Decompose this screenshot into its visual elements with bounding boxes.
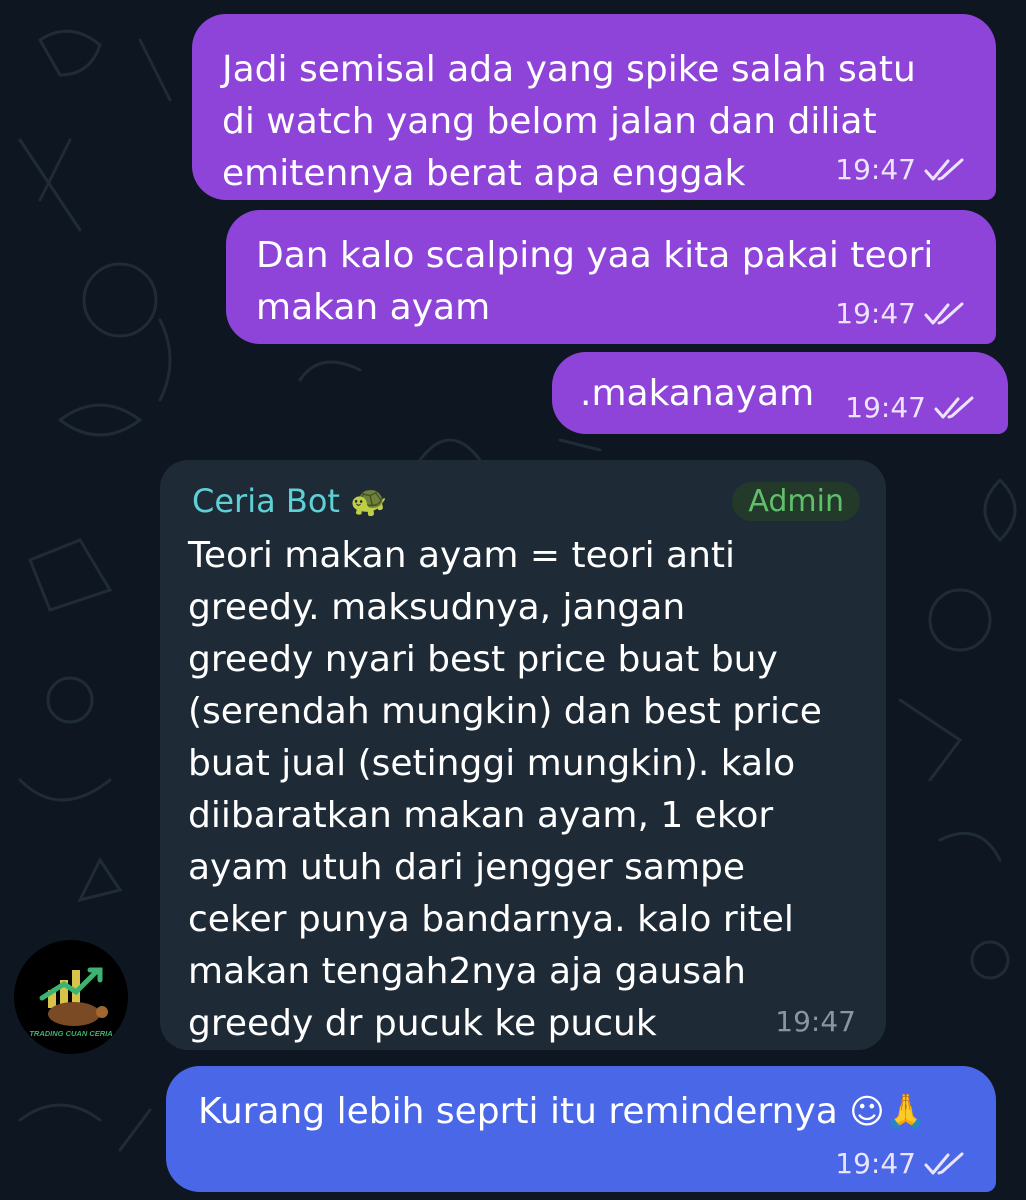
message-text-line: di watch yang belom jalan dan diliat [222, 101, 877, 142]
message-text-line: (serendah mungkin) dan best price [188, 691, 822, 732]
outgoing-message-3[interactable]: .makanayam 19:47 [552, 352, 1008, 434]
message-meta: 19:47 [835, 1147, 966, 1180]
sender-name-label: Ceria Bot [192, 482, 340, 520]
incoming-message-ceria-bot[interactable]: Ceria Bot 🐢 Admin Teori makan ayam = teo… [160, 460, 886, 1050]
trading-cuan-ceria-logo: TRADING CUAN CERIA [29, 967, 113, 1038]
message-text-line: Jadi semisal ada yang spike salah satu [222, 49, 916, 90]
admin-badge: Admin [732, 482, 860, 521]
message-text-line: diibaratkan makan ayam, 1 ekor [188, 795, 774, 836]
message-text-line: makan tengah2nya aja gausah [188, 951, 746, 992]
double-check-icon [934, 396, 974, 418]
double-check-icon [924, 158, 964, 180]
message-text-line: Dan kalo scalping yaa kita pakai teori [256, 235, 934, 276]
message-text: Kurang lebih seprti itu remindernya [198, 1091, 838, 1132]
message-text-line: makan ayam [256, 287, 491, 328]
message-text-line: ceker punya bandarnya. kalo ritel [188, 899, 794, 940]
outgoing-message-1[interactable]: Jadi semisal ada yang spike salah satu d… [192, 14, 996, 200]
message-meta: 19:47 [835, 297, 966, 330]
smile-pray-emoji-icon: ☺🙏 [849, 1092, 927, 1132]
message-text-line: Teori makan ayam = teori anti [188, 535, 736, 576]
message-text-line: ayam utuh dari jengger sampe [188, 847, 746, 888]
bot-avatar[interactable]: TRADING CUAN CERIA [14, 940, 128, 1054]
avatar-brand-text: TRADING CUAN CERIA [29, 1029, 112, 1038]
message-meta: 19:47 [835, 153, 966, 186]
message-time: 19:47 [835, 153, 916, 186]
double-check-icon [924, 302, 964, 324]
message-text-line: greedy nyari best price buat buy [188, 639, 778, 680]
message-meta: 19:47 [845, 391, 976, 424]
message-text-line: Kurang lebih seprti itu remindernya ☺🙏 [198, 1086, 927, 1138]
double-check-icon [924, 1152, 964, 1174]
outgoing-message-2[interactable]: Dan kalo scalping yaa kita pakai teori m… [226, 210, 996, 344]
message-time: 19:47 [775, 1005, 856, 1038]
message-text-line: emitennya berat apa enggak [222, 153, 746, 194]
message-time: 19:47 [835, 297, 916, 330]
turtle-emoji-icon: 🐢 [349, 483, 388, 519]
outgoing-message-5[interactable]: Kurang lebih seprti itu remindernya ☺🙏 1… [166, 1066, 996, 1192]
message-text-line: greedy. maksudnya, jangan [188, 587, 686, 628]
message-time: 19:47 [845, 391, 926, 424]
message-text-line: .makanayam [580, 373, 815, 414]
message-meta: 19:47 [775, 1005, 856, 1038]
message-time: 19:47 [835, 1147, 916, 1180]
sender-name[interactable]: Ceria Bot 🐢 [192, 482, 387, 520]
message-text-line: greedy dr pucuk ke pucuk [188, 1003, 657, 1044]
message-text-line: buat jual (setinggi mungkin). kalo [188, 743, 796, 784]
